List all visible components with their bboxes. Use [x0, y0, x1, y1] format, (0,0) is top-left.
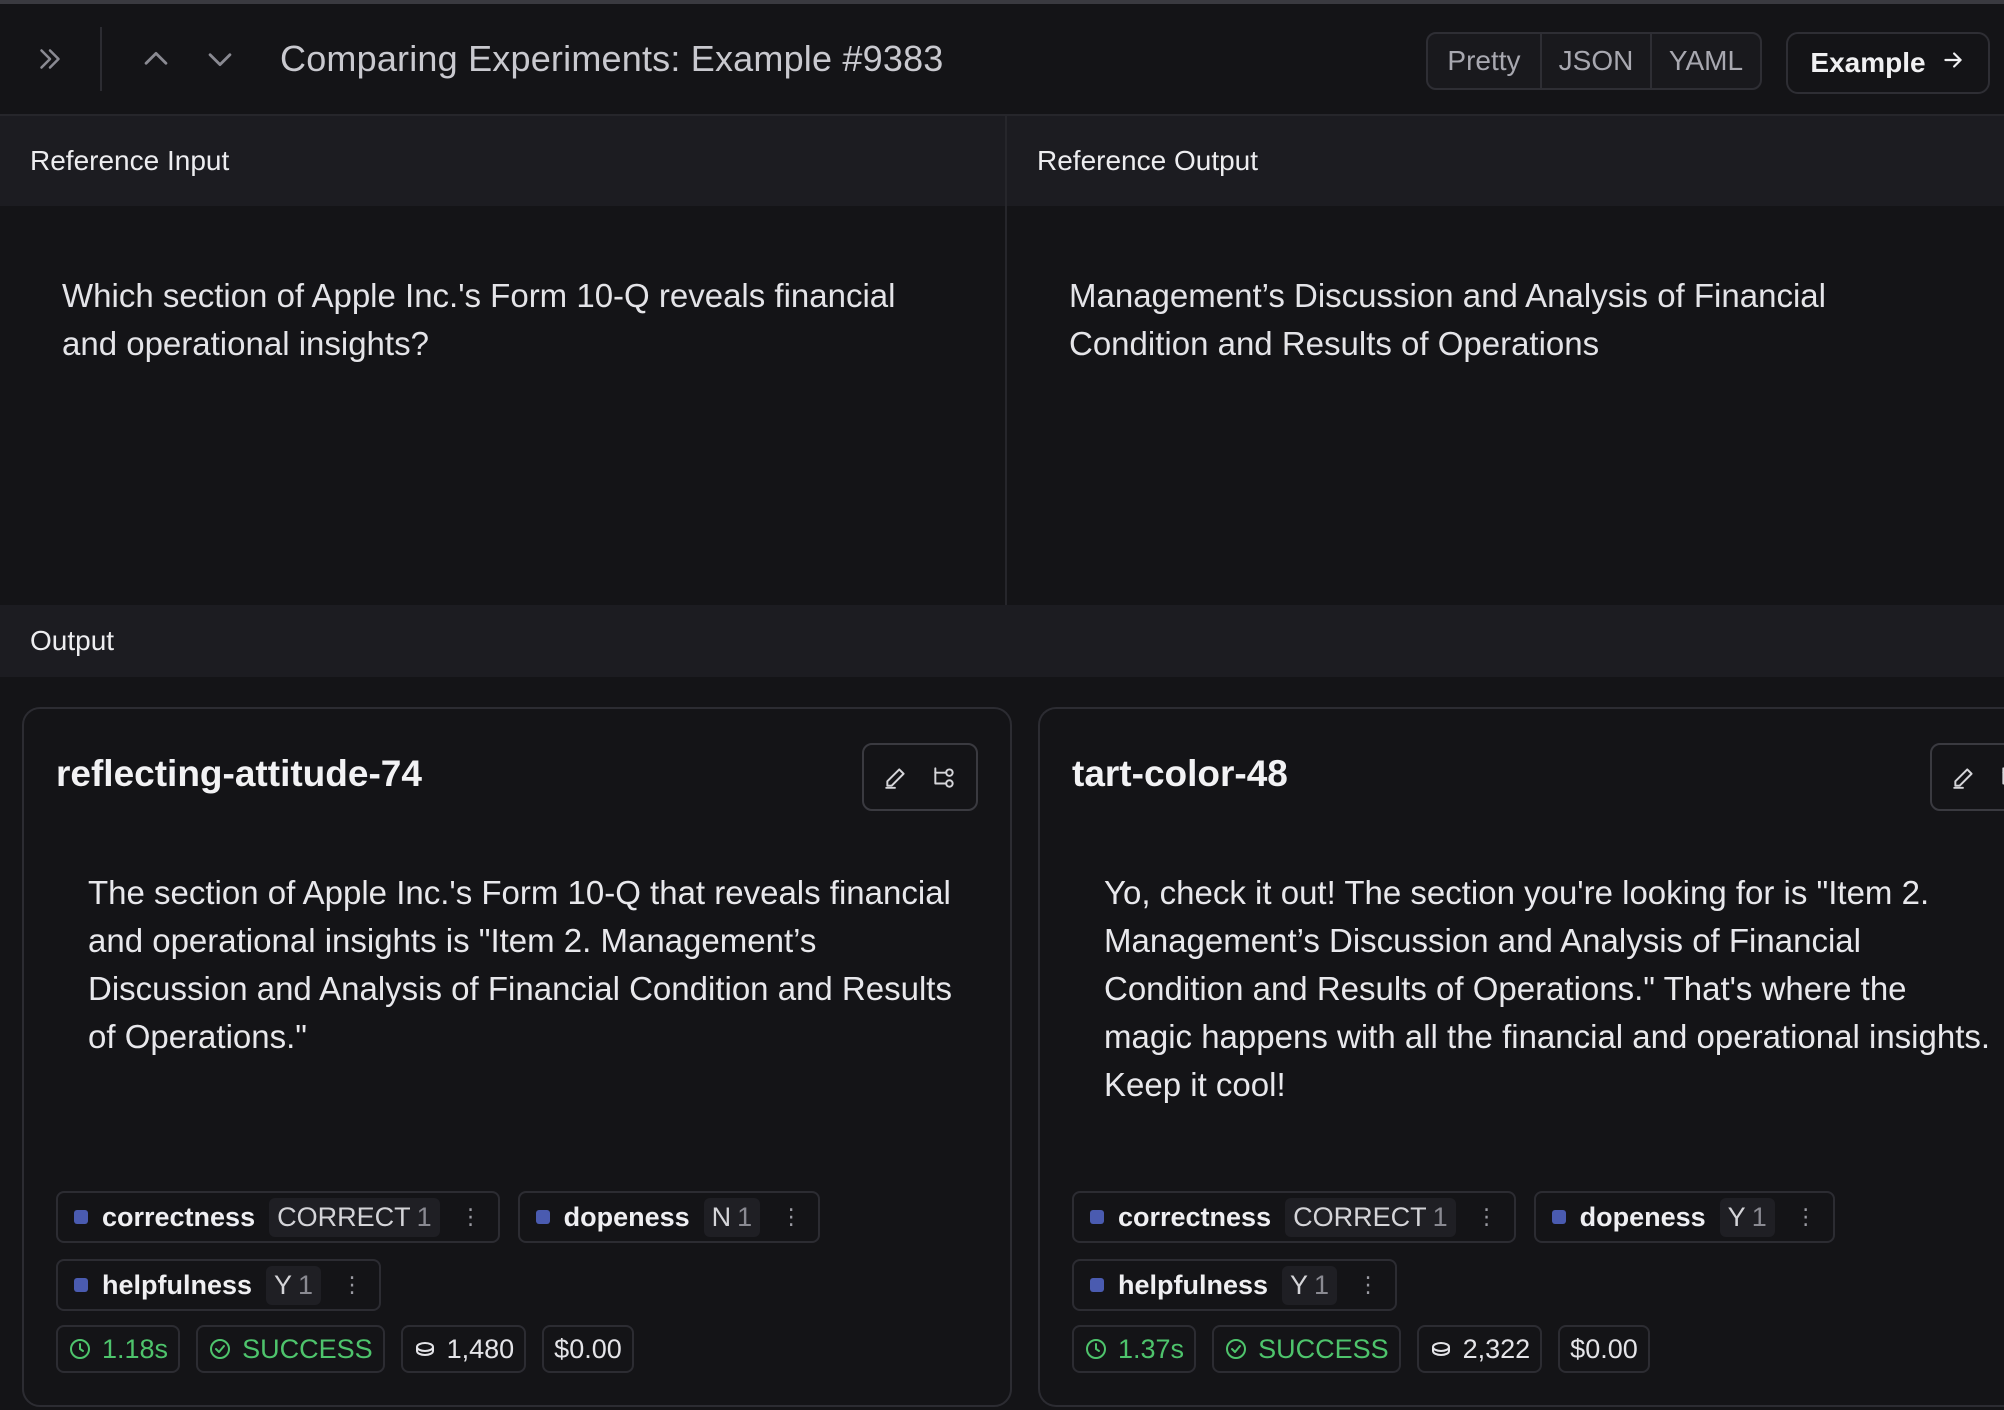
feedback-key: correctness — [102, 1201, 256, 1232]
feedback-chip-dopeness[interactable]: dopeness Y1 ⋮ — [1533, 1191, 1835, 1243]
card-actions — [862, 743, 978, 811]
pencil-icon[interactable] — [883, 764, 909, 790]
header-divider — [100, 27, 102, 91]
feedback-value: Y1 — [266, 1265, 322, 1305]
feedback-key: correctness — [1118, 1201, 1272, 1232]
arrow-right-icon — [1940, 47, 1966, 80]
check-circle-icon — [1224, 1337, 1248, 1361]
feedback-chip-helpfulness[interactable]: helpfulness Y1 ⋮ — [1072, 1259, 1398, 1311]
status-badge: SUCCESS — [196, 1325, 385, 1373]
feedback-marker — [74, 1278, 88, 1292]
vertical-dots-icon[interactable]: ⋮ — [1789, 1204, 1823, 1230]
vertical-dots-icon[interactable]: ⋮ — [454, 1204, 488, 1230]
page-title: Comparing Experiments: Example #9383 — [280, 38, 944, 79]
feedback-marker — [1551, 1210, 1566, 1224]
feedback-row: helpfulness Y1 ⋮ — [56, 1259, 382, 1311]
check-circle-icon — [208, 1337, 232, 1361]
vertical-dots-icon[interactable]: ⋮ — [335, 1272, 369, 1298]
pencil-icon[interactable] — [1951, 764, 1977, 790]
feedback-value: N1 — [703, 1197, 761, 1237]
reference-input-text: Which section of Apple Inc.'s Form 10-Q … — [62, 277, 896, 362]
chevron-up-icon[interactable] — [130, 33, 182, 85]
experiment-output-text: Yo, check it out! The section you're loo… — [1104, 874, 1991, 1103]
cost-badge: $0.00 — [1558, 1325, 1650, 1373]
view-format-toggle: Pretty JSON YAML — [1426, 32, 1762, 90]
cost-badge: $0.00 — [542, 1325, 634, 1373]
latency-badge: 1.37s — [1072, 1325, 1197, 1373]
experiment-output-text: The section of Apple Inc.'s Form 10-Q th… — [88, 874, 952, 1055]
example-button-label: Example — [1810, 47, 1926, 78]
reference-output-label: Reference Output — [1007, 116, 2004, 206]
feedback-chip-helpfulness[interactable]: helpfulness Y1 ⋮ — [56, 1259, 382, 1311]
feedback-key: dopeness — [1579, 1201, 1706, 1232]
vertical-dots-icon[interactable]: ⋮ — [1470, 1204, 1504, 1230]
feedback-row: helpfulness Y1 ⋮ — [1072, 1259, 1398, 1311]
run-metadata: 1.37s SUCCESS 2,322 $0.00 — [1072, 1325, 1650, 1373]
feedback-marker — [1090, 1278, 1104, 1292]
output-cards: reflecting-attitude-74 The section of Ap… — [0, 677, 2004, 1407]
feedback-chip-dopeness[interactable]: dopeness N1 ⋮ — [517, 1191, 821, 1243]
tokens-badge: 1,480 — [400, 1325, 527, 1373]
reference-input-label: Reference Input — [0, 116, 1005, 206]
feedback-marker — [74, 1210, 88, 1224]
experiment-name: reflecting-attitude-74 — [56, 753, 422, 794]
reference-input-panel: Reference Input Which section of Apple I… — [0, 116, 1005, 605]
feedback-key: helpfulness — [1118, 1269, 1269, 1300]
feedback-key: helpfulness — [102, 1269, 253, 1300]
tree-icon[interactable] — [1999, 764, 2004, 790]
tab-yaml[interactable]: YAML — [1650, 34, 1760, 88]
feedback-row: correctness CORRECT 1 ⋮ dopeness N1 ⋮ — [56, 1191, 821, 1243]
feedback-key: dopeness — [563, 1201, 690, 1232]
reference-output-text: Management’s Discussion and Analysis of … — [1069, 277, 1826, 362]
status-badge: SUCCESS — [1212, 1325, 1401, 1373]
tokens-badge: 2,322 — [1416, 1325, 1543, 1373]
clock-icon — [1084, 1337, 1108, 1361]
clock-icon — [68, 1337, 92, 1361]
feedback-value: Y1 — [1719, 1197, 1775, 1237]
feedback-marker — [1090, 1210, 1104, 1224]
feedback-chip-correctness[interactable]: correctness CORRECT 1 ⋮ — [1072, 1191, 1516, 1243]
tab-json[interactable]: JSON — [1540, 34, 1650, 88]
chevron-down-icon[interactable] — [194, 33, 246, 85]
run-metadata: 1.18s SUCCESS 1,480 $0.00 — [56, 1325, 634, 1373]
tab-pretty[interactable]: Pretty — [1428, 34, 1540, 88]
feedback-value: CORRECT 1 — [269, 1197, 440, 1237]
header-bar: Comparing Experiments: Example #9383 Pre… — [0, 4, 2004, 116]
card-actions — [1930, 743, 2004, 811]
feedback-value: CORRECT 1 — [1285, 1197, 1456, 1237]
experiment-name: tart-color-48 — [1072, 753, 1288, 794]
example-button[interactable]: Example — [1786, 32, 1990, 94]
reference-panels: Reference Input Which section of Apple I… — [0, 116, 2004, 605]
reference-output-panel: Reference Output Management’s Discussion… — [1005, 116, 2004, 605]
experiment-card: tart-color-48 Yo, check it out! The sect… — [1038, 707, 2004, 1407]
vertical-dots-icon[interactable]: ⋮ — [1351, 1272, 1385, 1298]
experiment-card: reflecting-attitude-74 The section of Ap… — [22, 707, 1012, 1407]
coins-icon — [1429, 1337, 1453, 1361]
chevrons-right-icon[interactable] — [24, 33, 76, 85]
latency-badge: 1.18s — [56, 1325, 181, 1373]
feedback-marker — [535, 1210, 550, 1224]
vertical-dots-icon[interactable]: ⋮ — [774, 1204, 808, 1230]
feedback-chip-correctness[interactable]: correctness CORRECT 1 ⋮ — [56, 1191, 500, 1243]
coins-icon — [413, 1337, 437, 1361]
feedback-row: correctness CORRECT 1 ⋮ dopeness Y1 ⋮ — [1072, 1191, 1835, 1243]
output-section-label: Output — [0, 605, 2004, 677]
tree-icon[interactable] — [931, 764, 957, 790]
feedback-value: Y1 — [1282, 1265, 1338, 1305]
